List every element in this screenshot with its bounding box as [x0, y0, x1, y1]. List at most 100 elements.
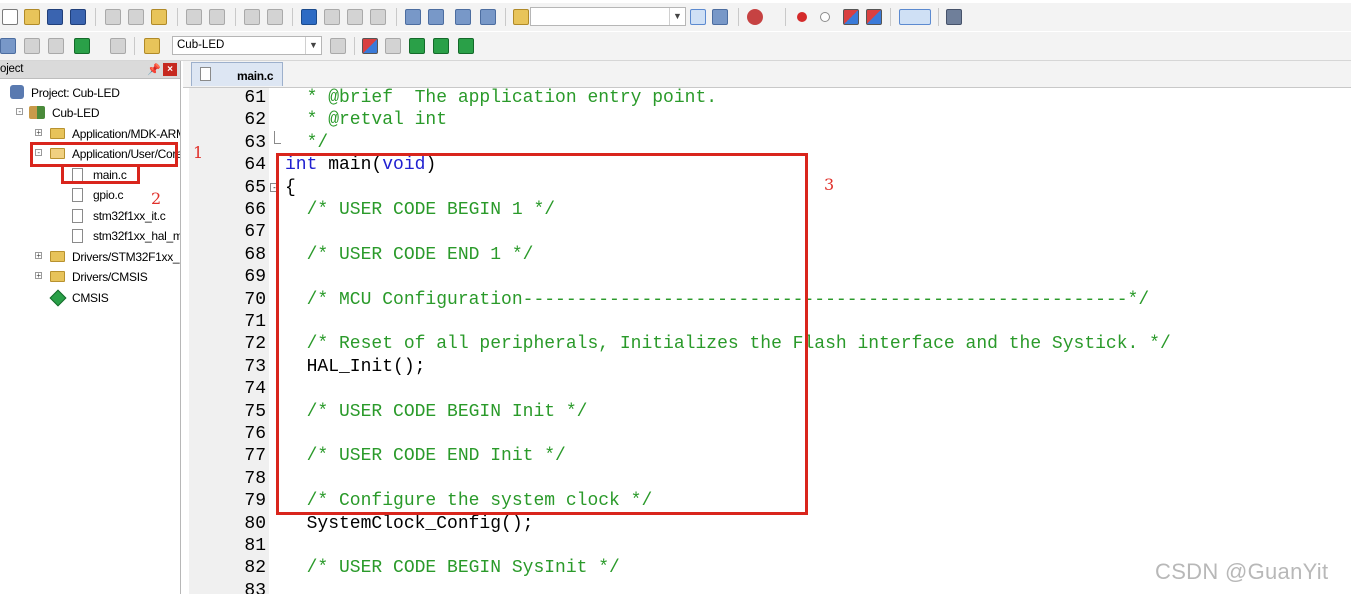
select-packs-icon[interactable]: [433, 38, 449, 54]
code-line[interactable]: 80 SystemClock_Config();: [0, 514, 1351, 536]
undo-icon[interactable]: [186, 9, 202, 25]
code-text: SystemClock_Config();: [285, 513, 534, 534]
batch-build-icon[interactable]: [74, 38, 90, 54]
fold-end-marker: [274, 130, 281, 144]
line-number: 67: [244, 222, 266, 243]
code-text: /* USER CODE BEGIN SysInit */: [285, 558, 620, 578]
cut-icon[interactable]: [105, 9, 121, 25]
code-text: * @brief The application entry point.: [285, 88, 717, 108]
line-number: 65: [244, 177, 266, 198]
build-icon[interactable]: [24, 38, 40, 54]
c-file-icon: [200, 67, 211, 81]
line-number: 81: [244, 536, 266, 556]
manage-project-items-icon[interactable]: [362, 38, 378, 54]
bookmark-prev-icon[interactable]: [324, 9, 340, 25]
code-text: */: [285, 132, 329, 153]
comment-icon[interactable]: [455, 9, 471, 25]
code-line[interactable]: 81: [0, 536, 1351, 558]
chevron-down-icon[interactable]: ▼: [669, 8, 685, 25]
code-line[interactable]: 62 * @retval int: [0, 110, 1351, 132]
target-select-value: Cub-LED: [177, 39, 225, 51]
line-number: 70: [244, 289, 266, 310]
project-panel-title: oject: [0, 63, 24, 75]
comment-token: * @retval int: [285, 110, 448, 131]
breakpoint-enable-icon[interactable]: [820, 12, 830, 22]
open-file-icon[interactable]: [24, 9, 40, 25]
debug-magnifier-icon[interactable]: [747, 9, 763, 25]
breakpoint-kill-all-icon[interactable]: [866, 9, 882, 25]
line-number: 66: [244, 200, 266, 220]
window-layout-icon[interactable]: [899, 9, 931, 25]
code-line[interactable]: 83: [0, 581, 1351, 594]
save-icon[interactable]: [47, 9, 63, 25]
translate-icon[interactable]: [0, 38, 16, 54]
line-number: 69: [244, 267, 266, 288]
line-number: 64: [244, 155, 266, 176]
close-icon[interactable]: ×: [163, 63, 177, 76]
target-select[interactable]: Cub-LED ▼: [172, 36, 322, 55]
copy-icon[interactable]: [128, 9, 144, 25]
highlight-box-2: [61, 164, 140, 184]
manage-run-time-environment-icon[interactable]: [409, 38, 425, 54]
chevron-down-icon[interactable]: ▼: [305, 37, 321, 54]
nav-back-icon[interactable]: [244, 9, 260, 25]
build-toolbar: Cub-LED ▼: [0, 32, 1351, 61]
comment-token: * @brief The application entry point.: [285, 88, 718, 108]
line-number: 76: [244, 424, 266, 444]
project-panel-header: oject 📌 ×: [0, 61, 180, 79]
line-number: 73: [244, 356, 266, 377]
line-number: 63: [244, 132, 266, 153]
code-text: * @retval int: [285, 110, 447, 130]
watermark: CSDN @GuanYit: [1155, 559, 1329, 584]
line-number: 74: [244, 379, 266, 400]
line-number: 72: [244, 334, 266, 355]
line-number: 82: [244, 558, 266, 579]
pin-icon[interactable]: 📌: [147, 63, 161, 76]
annotation-number-2: 2: [151, 189, 162, 208]
uncomment-icon[interactable]: [480, 9, 496, 25]
bookmark-clear-icon[interactable]: [370, 9, 386, 25]
editor-tab-bar: main.c: [183, 61, 1351, 88]
comment-token: /* USER CODE BEGIN SysInit */: [285, 558, 620, 579]
download-load-icon[interactable]: [144, 38, 160, 54]
pack-installer-icon[interactable]: [458, 38, 474, 54]
breakpoint-disable-all-icon[interactable]: [843, 9, 859, 25]
unindent-icon[interactable]: [428, 9, 444, 25]
annotation-number-1: 1: [193, 143, 204, 162]
file-extensions-icon[interactable]: [385, 38, 401, 54]
comment-token: */: [285, 132, 329, 153]
stop-build-icon[interactable]: [110, 38, 126, 54]
line-number: 71: [244, 312, 266, 332]
configure-wrench-icon[interactable]: [946, 9, 962, 25]
annotation-number-3: 3: [824, 175, 835, 194]
tab-label: main.c: [237, 69, 274, 83]
line-number: 83: [244, 580, 266, 594]
find-icon[interactable]: [690, 9, 706, 25]
breakpoint-insert-icon[interactable]: [797, 12, 807, 22]
redo-icon[interactable]: [209, 9, 225, 25]
line-number: 62: [244, 110, 266, 131]
main-toolbar: ▼: [0, 3, 1351, 31]
line-number: 79: [244, 491, 266, 512]
bookmark-next-icon[interactable]: [347, 9, 363, 25]
highlight-box-3: [276, 153, 808, 515]
find-in-files-icon[interactable]: [513, 9, 529, 25]
find-combo[interactable]: ▼: [530, 7, 686, 26]
line-number: 78: [244, 468, 266, 489]
line-number: 61: [244, 88, 266, 108]
incremental-find-icon[interactable]: [712, 9, 728, 25]
code-token: SystemClock_Config();: [285, 513, 534, 534]
new-file-icon[interactable]: [2, 9, 18, 25]
code-line[interactable]: 61 * @brief The application entry point.: [0, 88, 1351, 110]
line-number: 80: [244, 513, 266, 534]
bookmark-insert-icon[interactable]: [301, 9, 317, 25]
save-all-icon[interactable]: [70, 9, 86, 25]
line-number: 75: [244, 401, 266, 422]
code-line[interactable]: 82 /* USER CODE BEGIN SysInit */: [0, 558, 1351, 580]
indent-icon[interactable]: [405, 9, 421, 25]
nav-forward-icon[interactable]: [267, 9, 283, 25]
paste-icon[interactable]: [151, 9, 167, 25]
rebuild-icon[interactable]: [48, 38, 64, 54]
tab-main-c[interactable]: main.c: [191, 62, 283, 86]
target-options-icon[interactable]: [330, 38, 346, 54]
